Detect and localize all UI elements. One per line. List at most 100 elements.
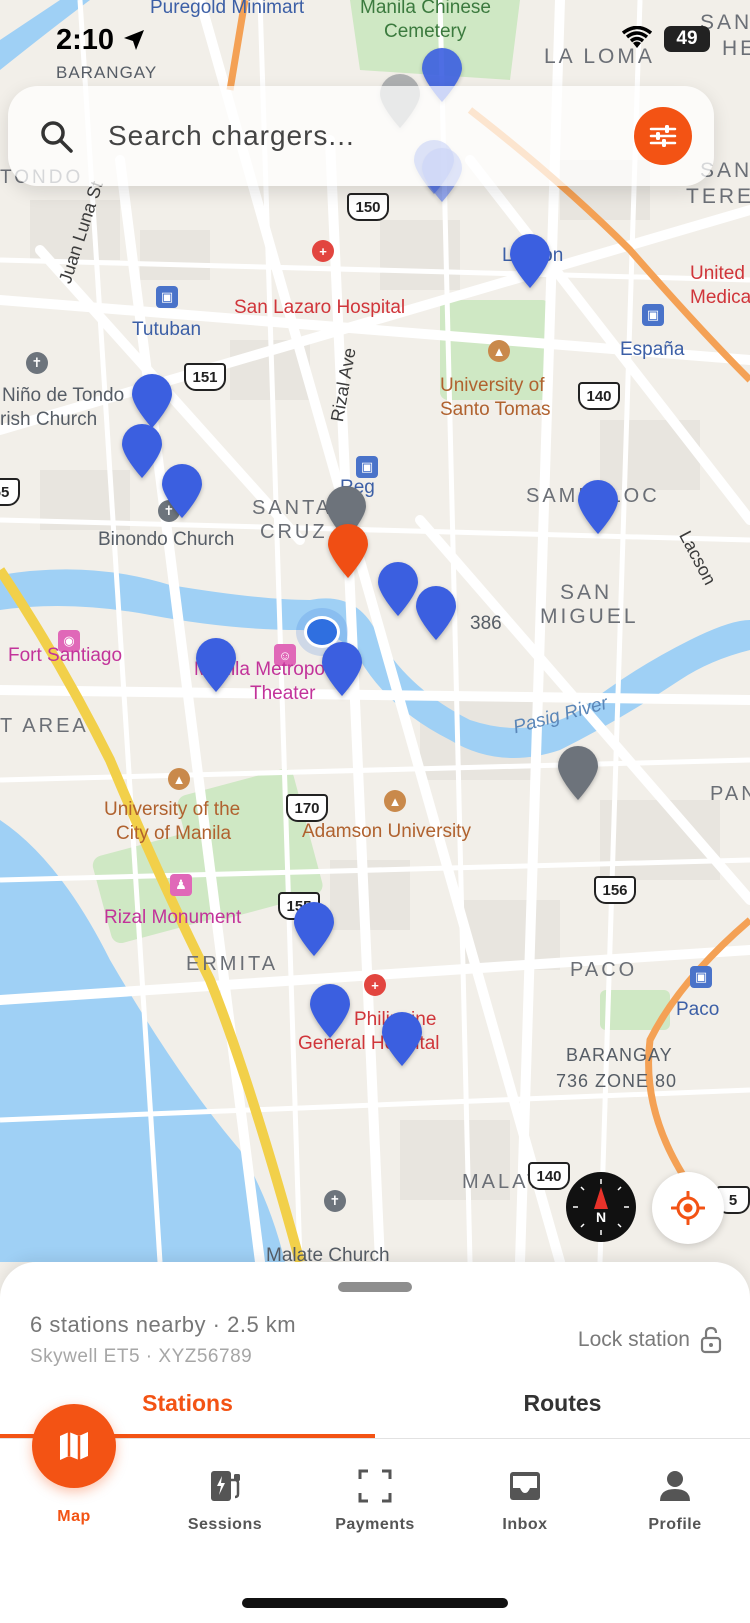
map-label-metropolitan-2: Theater (250, 683, 316, 704)
nav-label-sessions: Sessions (187, 1516, 263, 1533)
sliders-icon (649, 125, 677, 147)
charger-pin[interactable] (380, 1012, 424, 1068)
charger-pin[interactable] (194, 638, 238, 694)
lock-station-label: Lock station (577, 1328, 690, 1351)
crosshair-icon (671, 1191, 705, 1225)
nav-label-map: Map (57, 1508, 91, 1525)
charging-station-icon (211, 1471, 240, 1501)
map-label-paco: PACO (570, 959, 638, 981)
map-label-espana: España (620, 339, 685, 360)
vehicle-info: Skywell ET5 · XYZ56789 (30, 1346, 253, 1367)
map-label-barangay-736-b: 736 ZONE 80 (556, 1071, 678, 1091)
university-icon: ▲ (488, 340, 510, 362)
charger-pin[interactable] (160, 464, 204, 520)
charger-pin[interactable] (130, 374, 174, 430)
hospital-icon: + (312, 240, 334, 262)
charger-pin-busy[interactable] (556, 746, 600, 802)
filter-button[interactable] (634, 107, 692, 165)
person-icon (660, 1471, 690, 1501)
train-station-icon: ▣ (690, 966, 712, 988)
hospital-icon: + (364, 974, 386, 996)
map-label-medical: Medica (690, 287, 750, 308)
nav-label-inbox: Inbox (502, 1516, 548, 1533)
church-icon: ✝ (324, 1190, 346, 1212)
charger-pin[interactable] (292, 902, 336, 958)
charger-pin[interactable] (414, 586, 458, 642)
route-shield: 140 (528, 1162, 570, 1190)
my-location-button[interactable] (652, 1172, 724, 1244)
train-station-icon: ▣ (642, 304, 664, 326)
route-shield: 140 (578, 382, 620, 410)
nav-payments[interactable]: Payments (315, 1468, 435, 1534)
nav-label-payments: Payments (335, 1516, 415, 1533)
map-label-port-area: T AREA (0, 715, 89, 737)
home-indicator (242, 1598, 508, 1608)
compass-button[interactable]: N (566, 1172, 636, 1242)
search-icon (41, 121, 73, 153)
status-bar: 2:10 49 (0, 0, 750, 80)
map-label-san-miguel-1: SAN (560, 581, 613, 604)
lock-station-button[interactable]: Lock station (578, 1326, 722, 1354)
map-icon (60, 1432, 88, 1460)
map-label-adamson: Adamson University (302, 821, 471, 842)
map-label-san-miguel-2: MIGUEL (540, 605, 639, 628)
nav-profile[interactable]: Profile (615, 1468, 735, 1534)
charger-pin[interactable] (320, 642, 364, 698)
route-shield: 55 (0, 478, 20, 506)
route-shield: 170 (286, 794, 328, 822)
map-label-barangay-736-a: BARANGAY (566, 1045, 673, 1065)
map-label-nino-de-tondo: Niño de Tondo (2, 385, 125, 406)
map-label-teresi: TERESI (686, 185, 750, 208)
map-fab[interactable] (32, 1404, 116, 1488)
status-time: 2:10 (56, 24, 115, 56)
charger-pin[interactable] (576, 480, 620, 536)
sheet-grabber[interactable] (338, 1282, 412, 1292)
map-label-fort-santiago: Fort Santiago (8, 645, 123, 666)
scan-icon (358, 1469, 392, 1503)
compass-icon: N (573, 1179, 629, 1235)
map-label-san-lazaro: San Lazaro Hospital (234, 297, 406, 318)
inbox-icon (510, 1472, 540, 1500)
nav-map[interactable]: Map (14, 1388, 134, 1526)
route-shield: 151 (184, 363, 226, 391)
train-station-icon: ▣ (156, 286, 178, 308)
map-label-rizal-monument: Rizal Monument (104, 907, 242, 928)
map-label-pan: PAN (710, 783, 750, 805)
search-bar (8, 86, 714, 186)
compass-label: N (596, 1209, 606, 1225)
nav-sessions[interactable]: Sessions (165, 1468, 285, 1534)
tab-routes[interactable]: Routes (375, 1380, 750, 1436)
charger-pin[interactable] (508, 234, 552, 290)
search-input[interactable] (106, 119, 634, 153)
map-label-ermita: ERMITA (186, 953, 279, 975)
map-label-binondo: Binondo Church (98, 529, 235, 550)
map-label-ust-2: Santo Tomas (440, 399, 551, 420)
university-icon: ▲ (384, 790, 406, 812)
map-label-ucm-1: University of the (104, 799, 241, 820)
route-shield: 150 (347, 193, 389, 221)
map-label-ust-1: University of (440, 375, 545, 396)
wifi-icon (622, 26, 652, 48)
nav-label-profile: Profile (648, 1516, 702, 1533)
route-shield: 156 (594, 876, 636, 904)
map-label-united: United (690, 263, 745, 284)
map-label-386: 386 (470, 613, 502, 634)
battery-icon: 49 (664, 26, 710, 52)
unlock-icon (700, 1326, 722, 1354)
location-arrow-icon (124, 30, 144, 50)
stations-summary: 6 stations nearby · 2.5 km (30, 1312, 297, 1337)
map-label-santa-cruz-1: SANTA (252, 497, 333, 519)
map-label-ucm-2: City of Manila (116, 823, 232, 844)
charger-pin-selected[interactable] (326, 524, 370, 580)
map-label-paco-station: Paco (676, 999, 720, 1020)
train-station-icon: ▣ (356, 456, 378, 478)
charger-pin[interactable] (120, 424, 164, 480)
university-icon: ▲ (168, 768, 190, 790)
map-label-santa-cruz-2: CRUZ (260, 521, 328, 543)
charger-pin[interactable] (308, 984, 352, 1040)
monument-icon: ♟ (170, 874, 192, 896)
map-label-parish-church: rish Church (0, 409, 98, 430)
nav-inbox[interactable]: Inbox (465, 1468, 585, 1534)
map-label-tutuban: Tutuban (132, 319, 202, 340)
church-icon: ✝ (26, 352, 48, 374)
